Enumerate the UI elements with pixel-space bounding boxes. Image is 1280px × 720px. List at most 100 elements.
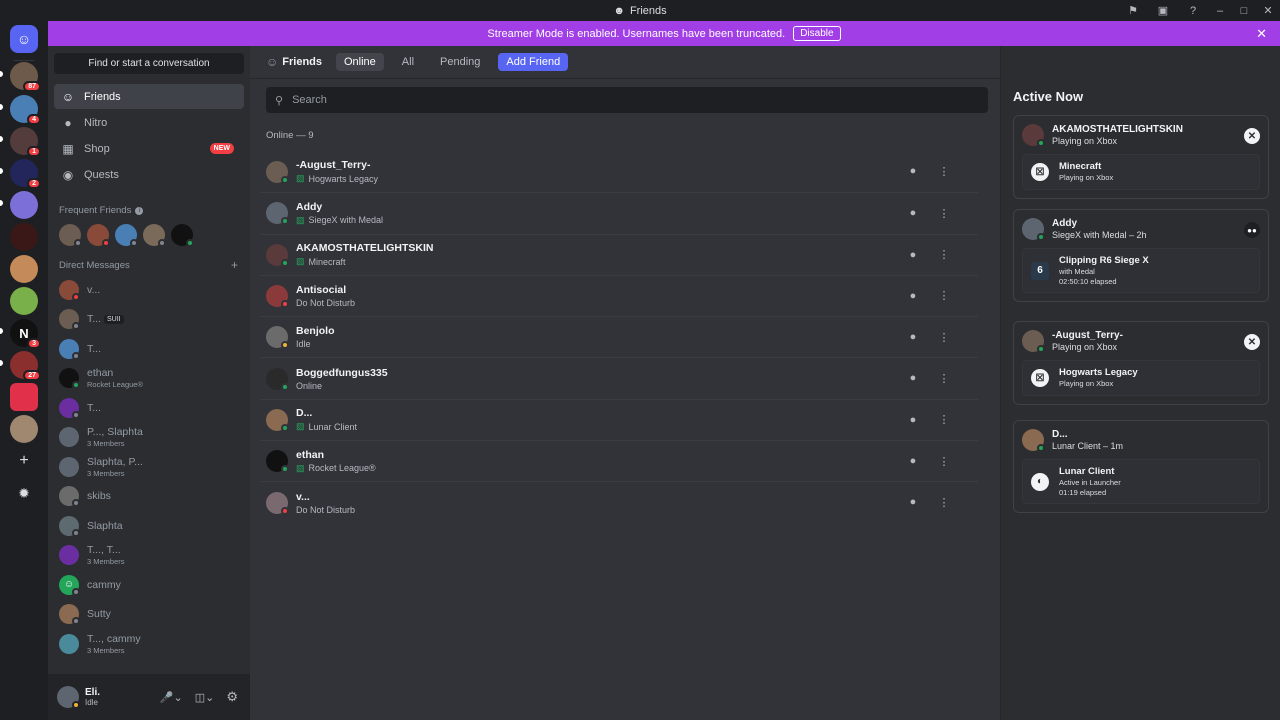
friend-row[interactable]: D... ▧ Lunar Client ● ⋮ <box>260 398 978 440</box>
server-12[interactable] <box>10 415 38 443</box>
sidebar-item-quests[interactable]: ◉ Quests <box>54 162 244 187</box>
settings-gear-icon[interactable]: ⚙ <box>226 689 238 705</box>
sidebar-item-friends[interactable]: ☺ Friends <box>54 84 244 109</box>
more-options-icon[interactable]: ⋮ <box>933 409 955 431</box>
sidebar-item-shop[interactable]: ▦ Shop NEW <box>54 136 244 161</box>
friend-name: D... <box>296 407 313 420</box>
minimize-button[interactable]: – <box>1208 0 1232 21</box>
more-options-icon[interactable]: ⋮ <box>933 202 955 224</box>
friend-row[interactable]: -August_Terry- ▧ Hogwarts Legacy ● ⋮ <box>260 151 978 192</box>
add-dm-icon[interactable]: + <box>231 258 238 272</box>
activity-card[interactable]: -August_Terry- Playing on Xbox ✕ ☒ Hogwar… <box>1013 321 1269 405</box>
friend-status: ▧ Rocket League® <box>296 462 376 474</box>
avatar[interactable] <box>143 224 166 247</box>
activity-card[interactable]: Addy SiegeX with Medal – 2h ●● 6 Clipping… <box>1013 209 1269 302</box>
info-icon[interactable]: i <box>135 206 144 215</box>
avatar[interactable] <box>115 224 138 247</box>
maximize-button[interactable]: □ <box>1232 0 1256 21</box>
dm-list: v... T... SUII T... ethan Rocket League® T… <box>48 275 250 667</box>
dm-item[interactable]: skibs <box>48 482 250 512</box>
dm-item[interactable]: ethan Rocket League® <box>48 364 250 394</box>
server-6[interactable] <box>10 223 38 251</box>
dm-item[interactable]: T..., T... 3 Members <box>48 541 250 571</box>
message-icon[interactable]: ● <box>902 160 924 182</box>
activity-card[interactable]: D... Lunar Client – 1m ◐ Lunar Client Acti… <box>1013 420 1269 513</box>
dm-item[interactable]: T... <box>48 334 250 364</box>
more-options-icon[interactable]: ⋮ <box>933 160 955 182</box>
close-banner-icon[interactable]: ✕ <box>1256 26 1267 42</box>
server-8[interactable] <box>10 287 38 315</box>
server-9[interactable]: N3 <box>10 319 41 349</box>
conversation-search-button[interactable]: Find or start a conversation <box>54 53 244 74</box>
friend-name: v... <box>296 490 310 503</box>
dm-item[interactable]: T..., cammy 3 Members <box>48 629 250 659</box>
dm-item[interactable]: P..., Slaphta 3 Members <box>48 423 250 453</box>
friend-row[interactable]: Addy ▧ SiegeX with Medal ● ⋮ <box>260 192 978 233</box>
microphone-icon[interactable]: 🎤⌄ <box>160 691 183 704</box>
avatar[interactable] <box>59 224 82 247</box>
activity-detail: ◐ Lunar Client Active in Launcher 01:19 el… <box>1022 459 1260 504</box>
friend-row[interactable]: Boggedfungus335 Online ● ⋮ <box>260 357 978 398</box>
activity-card[interactable]: AKAMOSTHATELIGHTSKIN Playing on Xbox ✕ ☒ … <box>1013 115 1269 199</box>
search-input[interactable]: Search <box>292 94 327 106</box>
message-icon[interactable]: ● <box>902 285 924 307</box>
avatar[interactable] <box>171 224 194 247</box>
avatar[interactable] <box>87 224 110 247</box>
tab-all[interactable]: All <box>394 53 422 71</box>
avatar <box>59 486 80 508</box>
add-friend-button[interactable]: Add Friend <box>498 53 569 71</box>
friend-row[interactable]: AKAMOSTHATELIGHTSKIN ▧ Minecraft ● ⋮ <box>260 233 978 275</box>
server-2[interactable]: 4 <box>10 95 41 125</box>
avatar[interactable] <box>57 686 80 709</box>
friend-name: Addy <box>296 200 323 213</box>
dm-item[interactable]: T... <box>48 393 250 423</box>
message-icon[interactable]: ● <box>902 491 924 513</box>
message-icon[interactable]: ● <box>902 326 924 348</box>
dm-item[interactable]: Slaphta <box>48 511 250 541</box>
more-options-icon[interactable]: ⋮ <box>933 367 955 389</box>
dm-item[interactable]: ☺ cammy <box>48 570 250 600</box>
friend-row[interactable]: Antisocial Do Not Disturb ● ⋮ <box>260 274 978 316</box>
server-10[interactable]: 27 <box>10 351 41 381</box>
dm-item[interactable]: T... SUII <box>48 305 250 335</box>
headphones-icon[interactable]: ◫⌄ <box>195 691 215 704</box>
server-3[interactable]: 1 <box>10 127 41 157</box>
more-options-icon[interactable]: ⋮ <box>933 450 955 472</box>
dm-item[interactable]: v... <box>48 275 250 305</box>
home-button[interactable]: ☺ <box>10 25 38 53</box>
disable-button[interactable]: Disable <box>793 26 841 41</box>
server-5[interactable] <box>10 191 38 219</box>
tab-pending[interactable]: Pending <box>432 53 488 71</box>
dm-item[interactable]: Slaphta, P... 3 Members <box>48 452 250 482</box>
dm-item[interactable]: Sutty <box>48 600 250 630</box>
sidebar-item-nitro[interactable]: ● Nitro <box>54 110 244 135</box>
friends-search[interactable]: ⚲ Search <box>266 87 988 113</box>
friend-status: Do Not Disturb <box>296 504 356 515</box>
help-icon[interactable]: ? <box>1184 3 1202 19</box>
friend-row[interactable]: Benjolo Idle ● ⋮ <box>260 316 978 357</box>
discover-icon[interactable]: ✹ <box>10 479 38 507</box>
inbox-icon[interactable]: ⚑ <box>1124 3 1142 19</box>
friend-row[interactable]: ethan ▧ Rocket League® ● ⋮ <box>260 440 978 481</box>
server-4[interactable]: 2 <box>10 159 41 189</box>
close-window-button[interactable]: ✕ <box>1256 0 1280 21</box>
tab-online[interactable]: Online <box>336 53 384 71</box>
server-1[interactable]: 87 <box>10 62 41 92</box>
message-icon[interactable]: ● <box>902 409 924 431</box>
more-options-icon[interactable]: ⋮ <box>933 244 955 266</box>
more-options-icon[interactable]: ⋮ <box>933 491 955 513</box>
friend-row[interactable]: v... Do Not Disturb ● ⋮ <box>260 481 978 522</box>
message-icon[interactable]: ● <box>902 367 924 389</box>
message-icon[interactable]: ● <box>902 450 924 472</box>
active-now-title: Active Now <box>1013 89 1084 104</box>
more-options-icon[interactable]: ⋮ <box>933 326 955 348</box>
message-icon[interactable]: ● <box>902 202 924 224</box>
message-icon[interactable]: ● <box>902 244 924 266</box>
server-7[interactable] <box>10 255 38 283</box>
more-options-icon[interactable]: ⋮ <box>933 285 955 307</box>
add-server-icon[interactable]: + <box>10 447 38 475</box>
screen-share-icon[interactable]: ▣ <box>1154 3 1172 19</box>
friend-status: ▧ SiegeX with Medal <box>296 214 384 226</box>
server-11[interactable] <box>10 383 38 411</box>
friend-name: -August_Terry- <box>296 159 371 172</box>
